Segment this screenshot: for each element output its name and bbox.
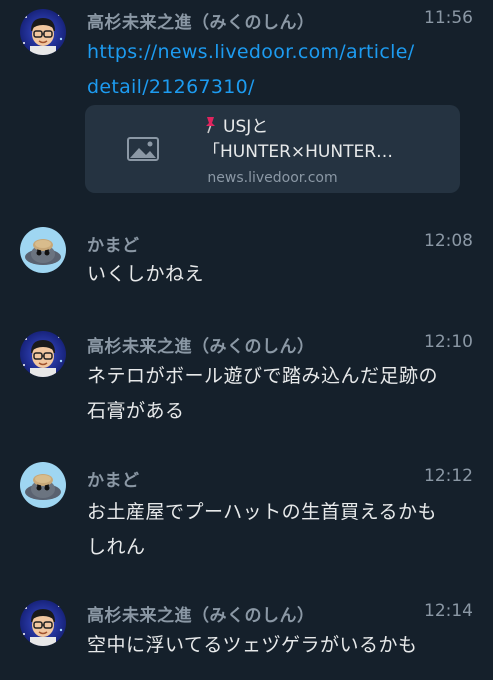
message-body: https://news.livedoor.com/article/ detai…	[87, 35, 472, 105]
sender-name[interactable]: 高杉未来之進（みくのしん）	[87, 332, 315, 357]
message-3: 高杉未来之進（みくのしん） 12:10 ネテロがボール遊びで踏み込んだ足跡の 石…	[0, 325, 493, 440]
avatar-mikunoshin[interactable]	[20, 9, 66, 55]
article-link-line-1[interactable]: https://news.livedoor.com/article/	[87, 35, 472, 70]
message-line-2: しれん	[87, 536, 146, 558]
message-1: 高杉未来之進（みくのしん） 11:56 https://news.livedoo…	[0, 0, 493, 200]
article-link-line-2[interactable]: detail/21267310/	[87, 70, 472, 105]
card-title[interactable]: USJと 「HUNTER×HUNTER…	[203, 115, 448, 165]
message-5: 高杉未来之進（みくのしん） 12:14 空中に浮いてるツェヅゲラがいるかも	[0, 595, 493, 680]
message-time: 12:12	[424, 466, 473, 486]
message-time: 12:10	[424, 332, 473, 352]
sender-name[interactable]: かまど	[87, 466, 140, 491]
card-title-line-2: 「HUNTER×HUNTER…	[203, 142, 394, 162]
link-preview-card[interactable]: USJと 「HUNTER×HUNTER… news.livedoor.com	[85, 105, 460, 193]
avatar-kamado[interactable]	[20, 462, 66, 508]
message-time: 11:56	[424, 8, 473, 28]
message-4: かまど 12:12 お土産屋でプーハットの生首買えるかも しれん	[0, 460, 493, 575]
message-time: 12:08	[424, 231, 473, 251]
message-body: お土産屋でプーハットの生首買えるかも しれん	[87, 495, 472, 565]
avatar-kamado[interactable]	[20, 227, 66, 273]
message-body: 空中に浮いてるツェヅゲラがいるかも	[87, 628, 472, 663]
message-line-1: お土産屋でプーハットの生首買えるかも	[87, 501, 438, 523]
message-2: かまど 12:08 いくしかねえ	[0, 225, 493, 305]
message-line-1: ネテロがボール遊びで踏み込んだ足跡の	[87, 365, 439, 387]
message-line-1: 空中に浮いてるツェヅゲラがいるかも	[87, 634, 418, 656]
sender-name[interactable]: 高杉未来之進（みくのしん）	[87, 601, 315, 626]
message-body: いくしかねえ	[87, 257, 472, 292]
card-domain: news.livedoor.com	[207, 170, 338, 186]
message-line-1: いくしかねえ	[87, 263, 205, 285]
message-body: ネテロがボール遊びで踏み込んだ足跡の 石膏がある	[87, 359, 472, 429]
pushpin-icon	[206, 117, 215, 134]
avatar-mikunoshin[interactable]	[20, 331, 66, 377]
card-title-line-1: USJと	[223, 117, 269, 137]
message-time: 12:14	[424, 601, 473, 621]
image-placeholder-icon	[127, 137, 159, 161]
avatar-mikunoshin[interactable]	[20, 600, 66, 646]
sender-name[interactable]: 高杉未来之進（みくのしん）	[87, 8, 315, 33]
sender-name[interactable]: かまど	[87, 231, 140, 256]
message-line-2: 石膏がある	[87, 400, 185, 422]
